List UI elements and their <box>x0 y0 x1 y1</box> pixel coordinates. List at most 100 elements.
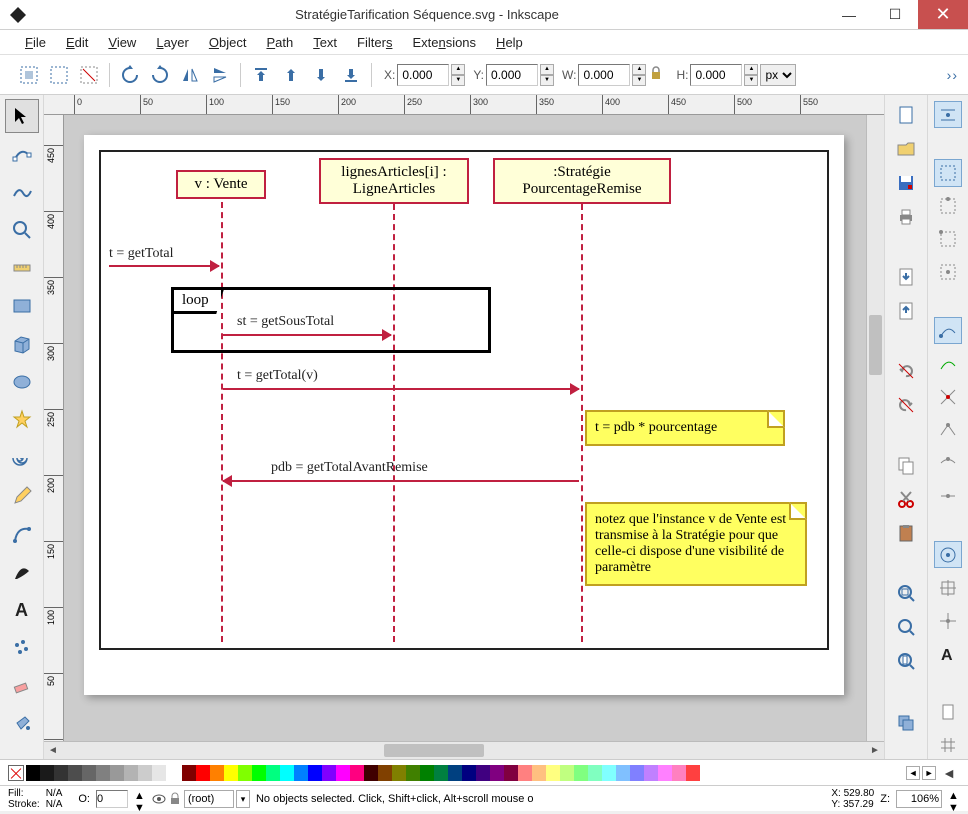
scroll-left-icon[interactable]: ◄ <box>44 745 62 756</box>
snap-page-icon[interactable] <box>934 699 962 726</box>
color-swatch[interactable] <box>392 765 406 781</box>
h-input[interactable] <box>690 64 742 86</box>
snap-line-mid-icon[interactable] <box>934 483 962 510</box>
menu-path[interactable]: Path <box>256 32 303 53</box>
raise-icon[interactable] <box>279 63 303 87</box>
color-swatch[interactable] <box>210 765 224 781</box>
export-icon[interactable] <box>892 297 920 325</box>
menu-object[interactable]: Object <box>199 32 257 53</box>
zoom-tool-icon[interactable] <box>5 213 39 247</box>
snap-center-icon[interactable] <box>934 574 962 601</box>
duplicate-icon[interactable] <box>892 707 920 735</box>
print-icon[interactable] <box>892 203 920 231</box>
color-swatch[interactable] <box>68 765 82 781</box>
w-spinner[interactable]: ▲▼ <box>632 64 646 86</box>
layer-select[interactable] <box>184 790 234 808</box>
opacity-spinner[interactable]: ▲▼ <box>134 790 146 808</box>
x-input[interactable] <box>397 64 449 86</box>
deselect-icon[interactable] <box>77 63 101 87</box>
color-swatch[interactable] <box>616 765 630 781</box>
node-tool-icon[interactable] <box>5 137 39 171</box>
color-swatch[interactable] <box>308 765 322 781</box>
ellipse-tool-icon[interactable] <box>5 365 39 399</box>
open-icon[interactable] <box>892 135 920 163</box>
color-swatch[interactable] <box>54 765 68 781</box>
snap-text-icon[interactable]: A <box>934 640 962 667</box>
color-swatch[interactable] <box>224 765 238 781</box>
vertical-scrollbar[interactable] <box>866 115 884 741</box>
bezier-tool-icon[interactable] <box>5 517 39 551</box>
color-swatch[interactable] <box>518 765 532 781</box>
color-swatch[interactable] <box>124 765 138 781</box>
palette-menu-icon[interactable]: ◄ <box>938 765 960 781</box>
bucket-tool-icon[interactable] <box>5 707 39 741</box>
lock-aspect-icon[interactable] <box>648 65 668 85</box>
menu-file[interactable]: File <box>15 32 56 53</box>
color-swatch[interactable] <box>574 765 588 781</box>
import-icon[interactable] <box>892 263 920 291</box>
star-tool-icon[interactable] <box>5 403 39 437</box>
color-swatch[interactable] <box>434 765 448 781</box>
color-swatch[interactable] <box>448 765 462 781</box>
rotate-cw-icon[interactable] <box>148 63 172 87</box>
toolbar-overflow-icon[interactable]: ›› <box>947 67 958 83</box>
select-all-icon[interactable] <box>47 63 71 87</box>
pencil-tool-icon[interactable] <box>5 479 39 513</box>
zoom-drawing-icon[interactable] <box>892 613 920 641</box>
color-swatch[interactable] <box>602 765 616 781</box>
paste-icon[interactable] <box>892 519 920 547</box>
h-spinner[interactable]: ▲▼ <box>744 64 758 86</box>
color-swatch[interactable] <box>378 765 392 781</box>
new-doc-icon[interactable] <box>892 101 920 129</box>
color-swatch[interactable] <box>630 765 644 781</box>
lower-icon[interactable] <box>309 63 333 87</box>
tweak-tool-icon[interactable] <box>5 175 39 209</box>
undo-icon[interactable] <box>892 357 920 385</box>
snap-path-icon[interactable] <box>934 350 962 377</box>
menu-help[interactable]: Help <box>486 32 533 53</box>
snap-rotation-icon[interactable] <box>934 607 962 634</box>
color-swatch[interactable] <box>476 765 490 781</box>
save-icon[interactable] <box>892 169 920 197</box>
color-swatch[interactable] <box>196 765 210 781</box>
zoom-spinner[interactable]: ▲▼ <box>948 790 960 808</box>
flip-vertical-icon[interactable] <box>208 63 232 87</box>
color-swatch[interactable] <box>110 765 124 781</box>
color-swatch[interactable] <box>504 765 518 781</box>
color-swatch[interactable] <box>560 765 574 781</box>
cut-icon[interactable] <box>892 485 920 513</box>
color-swatch[interactable] <box>280 765 294 781</box>
menu-extensions[interactable]: Extensions <box>402 32 486 53</box>
menu-edit[interactable]: Edit <box>56 32 98 53</box>
color-swatch[interactable] <box>182 765 196 781</box>
color-swatch[interactable] <box>166 765 180 781</box>
color-swatch[interactable] <box>152 765 166 781</box>
palette-scroll-right-icon[interactable]: ► <box>922 766 936 780</box>
color-swatch[interactable] <box>40 765 54 781</box>
zoom-fit-icon[interactable] <box>892 579 920 607</box>
calligraphy-tool-icon[interactable] <box>5 555 39 589</box>
layer-dropdown-icon[interactable]: ▾ <box>236 790 250 808</box>
no-color-swatch[interactable] <box>8 765 24 781</box>
y-input[interactable] <box>486 64 538 86</box>
snap-others-icon[interactable] <box>934 541 962 568</box>
color-swatch[interactable] <box>266 765 280 781</box>
snap-bbox-edge-icon[interactable] <box>934 193 962 220</box>
color-swatch[interactable] <box>252 765 266 781</box>
horizontal-scrollbar[interactable]: ◄ ► <box>44 741 884 759</box>
menu-text[interactable]: Text <box>303 32 347 53</box>
snap-node-icon[interactable] <box>934 317 962 344</box>
spray-tool-icon[interactable] <box>5 631 39 665</box>
menu-layer[interactable]: Layer <box>146 32 199 53</box>
color-swatch[interactable] <box>658 765 672 781</box>
color-swatch[interactable] <box>686 765 700 781</box>
color-swatch[interactable] <box>672 765 686 781</box>
unit-select[interactable]: px <box>760 64 796 86</box>
snap-grid-icon[interactable] <box>934 732 962 759</box>
rect-tool-icon[interactable] <box>5 289 39 323</box>
color-swatch[interactable] <box>322 765 336 781</box>
color-swatch[interactable] <box>490 765 504 781</box>
snap-cusp-icon[interactable] <box>934 417 962 444</box>
color-swatch[interactable] <box>462 765 476 781</box>
snap-intersection-icon[interactable] <box>934 383 962 410</box>
